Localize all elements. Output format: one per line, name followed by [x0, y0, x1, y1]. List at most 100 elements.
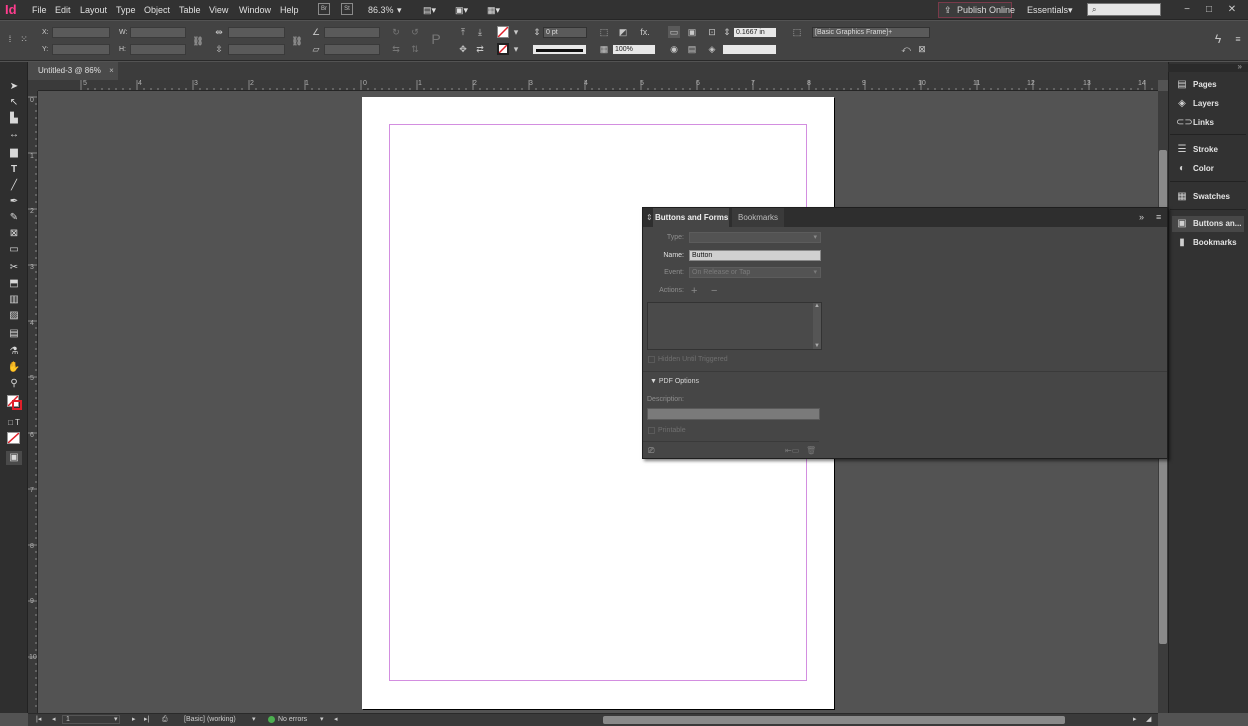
last-page-icon[interactable]: ▸|	[144, 714, 149, 725]
workspace-switcher[interactable]: Essentials	[1027, 5, 1068, 15]
search-input[interactable]: ⌕	[1087, 3, 1161, 16]
publish-online-button[interactable]: ⇪ Publish Online	[938, 2, 1015, 18]
text-wrap-bbox-icon[interactable]: ▣	[686, 26, 698, 38]
first-page-icon[interactable]: |◂	[36, 714, 41, 725]
menu-layout[interactable]: Layout	[80, 5, 107, 15]
drop-shadow-icon[interactable]: ◩	[617, 26, 629, 38]
panel-menu-icon[interactable]: ≡	[1156, 212, 1161, 222]
dock-collapse-bar[interactable]: »	[1168, 62, 1248, 72]
corner-options-icon[interactable]: ⬚	[598, 26, 610, 38]
scroll-down-icon[interactable]: ▼	[814, 343, 820, 349]
panel-collapse-icon[interactable]: ⇕	[646, 213, 653, 222]
description-field[interactable]	[647, 408, 820, 420]
maximize-icon[interactable]: □	[1202, 3, 1216, 17]
direct-selection-tool-icon[interactable]: ↖	[6, 96, 22, 110]
stock-button[interactable]: St	[341, 3, 353, 15]
tab-buttons-and-forms[interactable]: Buttons and Forms	[653, 208, 729, 227]
hand-tool-icon[interactable]: ✋	[6, 361, 22, 375]
fill-dropdown-icon[interactable]: ▾	[512, 26, 520, 38]
stroke-dropdown-icon[interactable]: ▾	[512, 43, 520, 55]
horizontal-ruler[interactable]: 5 4 3 2 1 0 1 2 3 4 5 6 7 8 9 10 11 12 1…	[38, 80, 1158, 91]
pen-tool-icon[interactable]: ✒	[6, 195, 22, 209]
select-next-icon[interactable]: ⇄	[474, 43, 486, 55]
scissors-tool-icon[interactable]: ✂	[6, 261, 22, 275]
object-style-select[interactable]: [Basic Graphics Frame]+	[812, 27, 930, 38]
rotate-ccw-icon[interactable]: ↺	[409, 26, 421, 38]
errors-dropdown-icon[interactable]: ▾	[320, 714, 324, 725]
rectangle-frame-tool-icon[interactable]: ⊠	[6, 227, 22, 241]
type-tool-icon[interactable]: T	[6, 163, 22, 177]
width-field[interactable]	[130, 27, 186, 38]
arrange-documents-icon[interactable]: ▦▾	[487, 5, 500, 16]
collapse-dock-icon[interactable]: »	[1238, 62, 1242, 71]
rotation-field[interactable]	[324, 27, 380, 38]
fitting-offset-field[interactable]: 0.1667 in	[733, 27, 777, 38]
stroke-weight-stepper-icon[interactable]: ⇕	[532, 26, 542, 38]
stroke-type-select[interactable]	[532, 44, 587, 55]
screen-mode-icon[interactable]: ▣▾	[455, 5, 468, 16]
note-tool-icon[interactable]: ▤	[6, 327, 22, 341]
gradient-swatch-tool-icon[interactable]: ▥	[6, 293, 22, 307]
control-menu-icon[interactable]: ≡	[1232, 33, 1244, 45]
menu-edit[interactable]: Edit	[55, 5, 71, 15]
menu-help[interactable]: Help	[280, 5, 299, 15]
free-transform-tool-icon[interactable]: ⬒	[6, 277, 22, 291]
menu-view[interactable]: View	[209, 5, 228, 15]
apply-style-icon[interactable]: ⤺	[900, 43, 912, 55]
tab-bookmarks[interactable]: Bookmarks	[732, 208, 784, 227]
dock-item-swatches[interactable]: ▦ Swatches	[1172, 189, 1244, 205]
zoom-tool-icon[interactable]: ⚲	[6, 377, 22, 391]
page-dropdown-icon[interactable]: ▾	[114, 714, 118, 725]
name-field[interactable]: Button	[689, 250, 821, 261]
fitting-icon[interactable]: ⊡	[706, 26, 718, 38]
resize-corner-icon[interactable]: ◢	[1146, 714, 1151, 725]
stroke-swatch[interactable]	[12, 400, 22, 410]
convert-object-icon[interactable]: ⇤▭	[785, 446, 799, 455]
eyedropper-tool-icon[interactable]: ⚗	[6, 345, 22, 359]
zoom-level[interactable]: 86.3%	[368, 5, 394, 15]
pdf-options-toggle[interactable]: ▼ PDF Options	[650, 378, 699, 385]
stroke-weight-field[interactable]: 0 pt	[543, 27, 587, 38]
remove-action-icon[interactable]: −	[711, 285, 717, 297]
content-collector-icon[interactable]: ▆	[6, 146, 22, 160]
select-previous-icon[interactable]: ✥	[457, 43, 469, 55]
delete-icon[interactable]: 🗑	[806, 446, 816, 455]
fitting-stepper-icon[interactable]: ⇕	[722, 26, 732, 38]
scroll-right-icon[interactable]: ▸	[1133, 714, 1137, 725]
opacity-field[interactable]: 100%	[612, 44, 656, 55]
x-position-field[interactable]	[52, 27, 110, 38]
rectangle-tool-icon[interactable]: ▭	[6, 243, 22, 257]
effects-icon[interactable]: fx.	[638, 26, 652, 38]
select-container-icon[interactable]: ⤒	[457, 26, 469, 38]
dock-item-pages[interactable]: ▤ Pages	[1172, 77, 1244, 93]
dock-item-stroke[interactable]: ☰ Stroke	[1172, 142, 1244, 158]
open-document-icon[interactable]: ⎙	[162, 714, 168, 725]
preflight-errors[interactable]: No errors	[278, 714, 307, 725]
preflight-profile[interactable]: [Basic] (working)	[184, 714, 236, 725]
gradient-feather-tool-icon[interactable]: ▨	[6, 309, 22, 323]
reference-point-icon[interactable]: ⁙	[18, 33, 30, 45]
preview-spread-icon[interactable]: ⎚	[648, 446, 654, 456]
zoom-dropdown-icon[interactable]: ▾	[397, 5, 402, 16]
align-select[interactable]	[722, 44, 777, 55]
text-wrap-jump-icon[interactable]: ▤	[686, 43, 698, 55]
ruler-origin[interactable]	[28, 80, 38, 91]
text-wrap-shape-icon[interactable]: ◉	[668, 43, 680, 55]
add-action-icon[interactable]: +	[691, 285, 697, 297]
auto-fit-icon[interactable]: ◈	[706, 43, 718, 55]
constrain-proportions-icon[interactable]: ⛓	[192, 35, 204, 47]
horizontal-scrollbar-thumb[interactable]	[603, 716, 1065, 724]
close-tab-icon[interactable]: ×	[109, 66, 114, 75]
dock-item-color[interactable]: ◐ Color	[1172, 161, 1244, 177]
hidden-until-triggered-checkbox[interactable]	[648, 356, 655, 363]
shear-field[interactable]	[324, 44, 380, 55]
actions-list[interactable]	[647, 302, 822, 350]
close-window-icon[interactable]: ✕	[1225, 3, 1239, 17]
flip-vertical-icon[interactable]: ⇅	[409, 43, 421, 55]
stroke-none-swatch[interactable]	[497, 43, 509, 55]
vertical-ruler[interactable]: 0 1 2 3 4 5 6 7 8 9 10	[28, 91, 38, 713]
lightning-icon[interactable]: ϟ	[1212, 33, 1224, 45]
flip-horizontal-icon[interactable]: ⇆	[390, 43, 402, 55]
formatting-container-icon[interactable]: □ T	[6, 416, 22, 430]
rotate-cw-icon[interactable]: ↻	[390, 26, 402, 38]
